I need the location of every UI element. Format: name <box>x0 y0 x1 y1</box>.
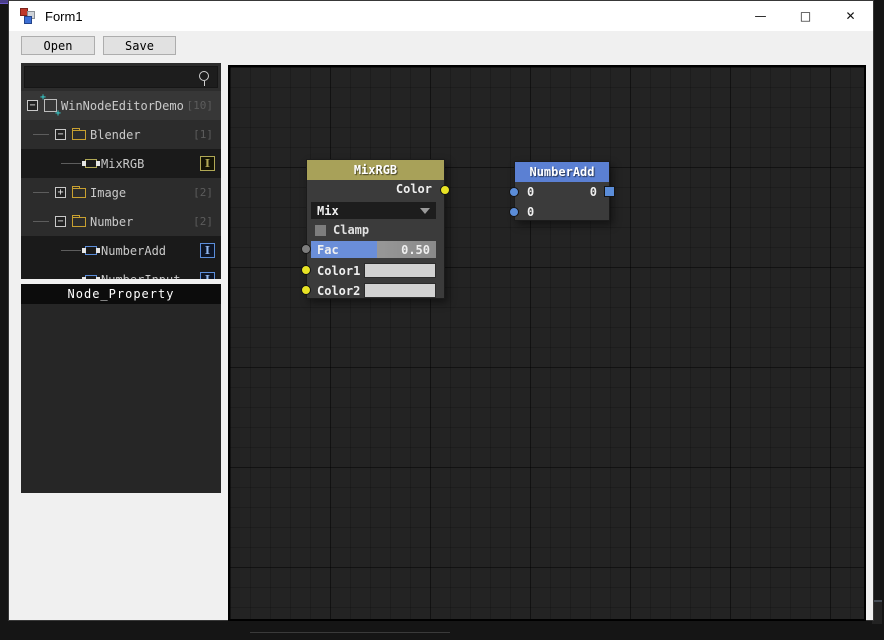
numberadd-input2-socket[interactable] <box>509 207 519 217</box>
numberadd-output-value: 0 <box>589 185 597 199</box>
property-panel-header: Node_Property <box>21 284 221 304</box>
clamp-row: Clamp <box>315 223 369 237</box>
color2-swatch[interactable] <box>364 283 436 298</box>
node-canvas[interactable]: MixRGB Color Mix Clamp Fac 0.50 Color1 C… <box>228 65 866 621</box>
node-numberadd-header[interactable]: NumberAdd <box>515 162 609 182</box>
search-icon <box>199 71 209 86</box>
color-output-socket[interactable] <box>440 185 450 195</box>
tree-item-label: Blender <box>90 127 141 142</box>
node-mixrgb-header[interactable]: MixRGB <box>307 160 444 180</box>
mixrgb-output-label: Color <box>395 182 432 196</box>
color2-label: Color2 <box>317 283 361 298</box>
app-icon <box>20 8 36 24</box>
tree-item-image[interactable]: + Image [2] <box>21 178 221 207</box>
node-icon <box>82 159 100 168</box>
numberadd-input1-socket[interactable] <box>509 187 519 197</box>
expand-icon[interactable]: + <box>55 187 66 198</box>
chevron-down-icon <box>420 207 430 214</box>
blend-mode-dropdown[interactable]: Mix <box>311 202 436 219</box>
node-numberadd[interactable]: NumberAdd 0 0 0 <box>509 161 615 222</box>
node-type-icon: I <box>200 272 215 279</box>
tree-item-label: NumberAdd <box>101 243 167 258</box>
item-count-badge: [2] <box>193 186 213 199</box>
minimize-button[interactable]: — <box>738 1 783 31</box>
tree-search-input[interactable] <box>24 66 218 88</box>
node-icon <box>82 246 100 255</box>
node-type-icon: I <box>200 243 215 258</box>
save-button[interactable]: Save <box>103 36 176 55</box>
folder-icon <box>72 214 86 227</box>
collapse-icon[interactable]: − <box>55 129 66 140</box>
tree-item-mixrgb[interactable]: MixRGB I <box>21 149 221 178</box>
color1-row: Color1 <box>317 262 436 279</box>
numberadd-row2: 0 <box>515 202 609 222</box>
blend-mode-value: Mix <box>317 203 339 218</box>
desktop-divider-line <box>250 632 450 633</box>
tree-item-numberadd[interactable]: NumberAdd I <box>21 236 221 265</box>
form-window: Form1 — □ ✕ Open Save − WinNodeEditorDem… <box>8 0 874 621</box>
collapse-icon[interactable]: − <box>55 216 66 227</box>
tree-item-label: MixRGB <box>101 156 145 171</box>
clamp-label: Clamp <box>333 223 370 237</box>
fac-label: Fac <box>317 242 339 257</box>
color1-swatch[interactable] <box>364 263 436 278</box>
tree-item-label: WinNodeEditorDemo <box>61 98 184 113</box>
folder-icon <box>72 185 86 198</box>
node-mixrgb[interactable]: MixRGB Color Mix Clamp Fac 0.50 Color1 C… <box>301 159 450 299</box>
item-count-badge: [10] <box>186 99 214 112</box>
open-button[interactable]: Open <box>21 36 95 55</box>
node-icon <box>82 275 100 279</box>
numberadd-input1-value: 0 <box>527 185 535 199</box>
tree-item-numberinput[interactable]: NumberInput I <box>21 265 221 279</box>
property-panel-body <box>21 304 221 493</box>
color1-input-socket[interactable] <box>301 265 311 275</box>
fac-slider[interactable]: Fac 0.50 <box>311 241 436 258</box>
tree-item-winnodeeditordemo[interactable]: − WinNodeEditorDemo [10] <box>21 91 221 120</box>
numberadd-input2-value: 0 <box>527 205 535 219</box>
node-library-panel: − WinNodeEditorDemo [10] − Blender [1] M… <box>21 63 221 279</box>
numberadd-row1: 0 0 <box>515 182 609 202</box>
window-title: Form1 <box>45 8 83 24</box>
tree-search <box>21 63 221 91</box>
fac-input-socket[interactable] <box>301 244 311 254</box>
tree-item-label: Image <box>90 185 127 200</box>
clamp-checkbox[interactable] <box>315 224 326 236</box>
node-tree: − WinNodeEditorDemo [10] − Blender [1] M… <box>21 91 221 279</box>
color2-row: Color2 <box>317 282 436 299</box>
node-type-icon: I <box>200 156 215 171</box>
collapse-icon[interactable]: − <box>27 100 38 111</box>
tree-item-blender[interactable]: − Blender [1] <box>21 120 221 149</box>
tree-item-label: NumberInput <box>101 273 180 280</box>
item-count-badge: [1] <box>193 128 213 141</box>
project-icon <box>40 92 61 119</box>
color2-input-socket[interactable] <box>301 285 311 295</box>
tree-item-number[interactable]: − Number [2] <box>21 207 221 236</box>
fac-value: 0.50 <box>401 242 430 257</box>
maximize-button[interactable]: □ <box>783 1 828 31</box>
tree-item-label: Number <box>90 214 134 229</box>
close-button[interactable]: ✕ <box>828 1 873 31</box>
numberadd-output-socket[interactable] <box>604 186 615 197</box>
window-titlebar[interactable]: Form1 — □ ✕ <box>9 1 873 31</box>
folder-icon <box>72 127 86 140</box>
color1-label: Color1 <box>317 263 361 278</box>
item-count-badge: [2] <box>193 215 213 228</box>
